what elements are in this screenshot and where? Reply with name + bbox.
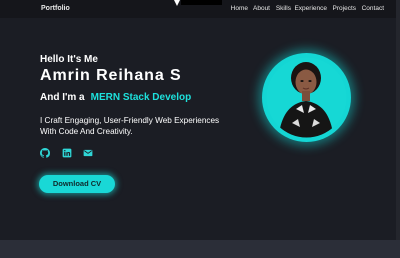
hero-name: Amrin Reihana S xyxy=(40,67,182,84)
hero-role-line: And I'm a MERN Stack Develop xyxy=(40,92,191,103)
download-cv-label: Download CV xyxy=(52,179,102,188)
github-icon[interactable] xyxy=(40,148,50,158)
mail-icon[interactable] xyxy=(83,148,93,158)
profile-photo xyxy=(262,53,351,142)
nav-home[interactable]: Home xyxy=(231,5,248,12)
hero-role: MERN Stack Develop xyxy=(90,92,192,103)
mouse-cursor-icon xyxy=(174,0,180,6)
nav-about[interactable]: About xyxy=(253,5,270,12)
hero-role-prefix: And I'm a xyxy=(40,92,85,103)
overlay-bar xyxy=(181,0,222,5)
hero-greeting: Hello It's Me xyxy=(40,54,98,65)
nav-projects[interactable]: Projects xyxy=(333,5,356,12)
download-cv-button[interactable]: Download CV xyxy=(39,175,115,193)
profile-portrait xyxy=(266,57,347,138)
hero-tagline: I Craft Engaging, User-Friendly Web Expe… xyxy=(40,116,220,136)
nav-skills[interactable]: Skills xyxy=(276,5,291,12)
brand-logo[interactable]: Portfolio xyxy=(41,5,70,12)
linkedin-icon[interactable] xyxy=(62,148,72,158)
nav-experience[interactable]: Experience xyxy=(294,5,327,12)
footer-band xyxy=(0,240,400,258)
nav-contact[interactable]: Contact xyxy=(362,5,384,12)
scrollbar[interactable] xyxy=(396,0,400,240)
